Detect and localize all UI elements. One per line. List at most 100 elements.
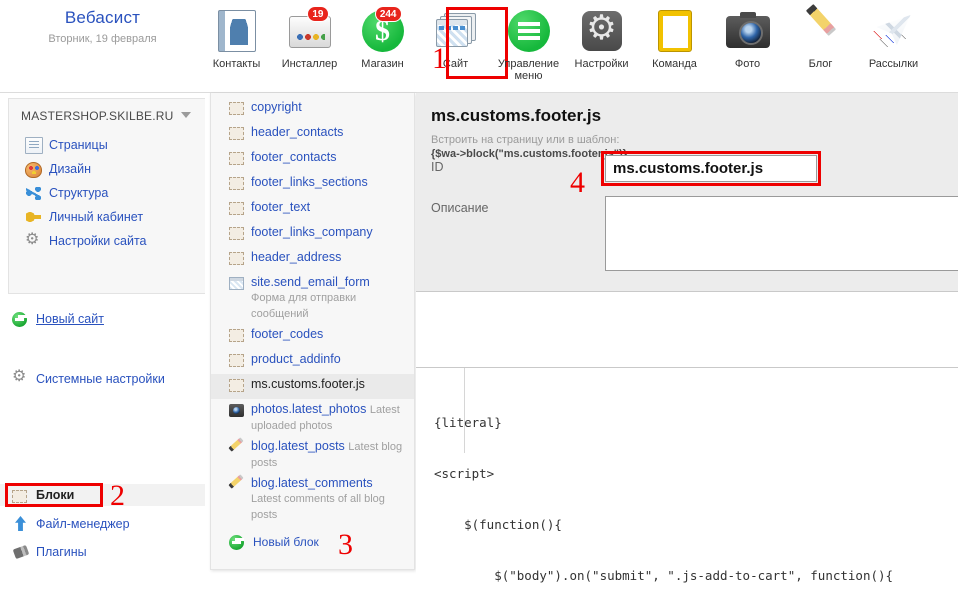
sitemap-icon [25,185,43,202]
site-links: Страницы Дизайн Структура Личный кабинет… [9,131,205,253]
sidebar-item-system-settings-label: Системные настройки [36,372,165,386]
block-list-item[interactable]: blog.latest_comments Latest comments of … [211,473,414,525]
id-label: ID [431,160,444,174]
block-list-item[interactable]: footer_links_sections [211,172,414,197]
pencil-block-icon [229,441,244,454]
app-settings-label: Настройки [574,58,629,70]
sidebar-item-plugins[interactable]: Плагины [12,541,87,563]
app-launcher: Контакты 19 Инсталлер $ 244 Магазин Сайт… [200,4,930,88]
marker-2: 2 [110,479,125,512]
block-list-item[interactable]: footer_contacts [211,147,414,172]
app-site-label: Сайт [442,58,469,70]
chevron-down-icon [181,112,191,118]
app-mailings-label: Рассылки [868,58,919,70]
sidebar-item-structure-label: Структура [49,186,109,200]
settings-gear-icon [579,6,625,54]
block-icon [229,152,244,165]
block-icon [229,202,244,215]
marker-3: 3 [338,528,353,561]
sidebar-item-site-settings[interactable]: Настройки сайта [9,229,205,253]
code-line: $("body").on("submit", ".js-add-to-cart"… [434,568,894,583]
sidebar-item-account-label: Личный кабинет [49,210,144,224]
id-input[interactable]: ms.customs.footer.js [605,155,817,182]
code-editor[interactable]: {literal} <script> $(function(){ $("body… [416,368,958,604]
block-list-item-selected[interactable]: ms.customs.footer.js [211,374,414,399]
block-list-item[interactable]: blog.latest_posts Latest blog posts [211,436,414,473]
brand-date: Вторник, 19 февраля [48,33,157,45]
block-name: header_contacts [251,125,344,139]
sidebar-item-structure[interactable]: Структура [9,181,205,205]
description-label: Описание [431,201,489,215]
page-title: ms.customs.footer.js [431,106,602,125]
key-icon [25,209,43,226]
block-list-item[interactable]: footer_links_company [211,222,414,247]
sidebar-item-pages[interactable]: Страницы [9,133,205,157]
app-team-label: Команда [652,58,697,70]
app-team[interactable]: Команда [638,4,711,84]
app-menu-management[interactable]: Управление меню [492,4,565,84]
sidebar-item-pages-label: Страницы [49,138,108,152]
block-name: blog.latest_posts Latest blog posts [251,439,403,469]
block-icon [229,329,244,342]
block-icon [229,127,244,140]
block-name: footer_codes [251,327,324,341]
sidebar-item-file-manager[interactable]: Файл-менеджер [12,513,130,535]
block-list-item[interactable]: product_addinfo [211,349,414,374]
pencil-icon [798,8,844,54]
block-list-item[interactable]: footer_codes [211,324,414,349]
block-name: product_addinfo [251,352,341,366]
app-mailings[interactable]: Рассылки [857,4,930,84]
block-name: footer_text [251,200,311,214]
sidebar-item-blocks-label: Блоки [36,488,75,502]
sidebar-item-blocks[interactable]: Блоки [12,484,74,506]
code-line: $(function(){ [434,517,562,532]
app-shop[interactable]: $ 244 Магазин [346,4,419,84]
app-contacts-label: Контакты [212,58,261,70]
app-photo[interactable]: Фото [711,4,784,84]
block-list-item[interactable]: header_address [211,247,414,272]
site-card: MASTERSHOP.SKILBE.RU Страницы Дизайн Стр… [8,98,205,294]
gear-icon [25,229,43,250]
block-list-item[interactable]: photos.latest_photos Latest uploaded pho… [211,399,414,436]
app-menu-label: Управление меню [497,58,560,82]
block-name: ms.customs.footer.js [251,377,365,391]
team-icon [652,8,698,54]
block-list-item[interactable]: header_contacts [211,122,414,147]
app-blog[interactable]: Блог [784,4,857,84]
app-installer-label: Инсталлер [281,58,338,70]
description-textarea[interactable] [605,196,958,271]
form-block-icon [229,277,244,290]
block-list-item[interactable]: site.send_email_form Форма для отправки … [211,272,414,324]
top-bar: Вебасист Вторник, 19 февраля Контакты 19… [0,0,958,92]
sidebar-item-new-site[interactable]: Новый сайт [12,308,104,330]
sidebar-item-account[interactable]: Личный кабинет [9,205,205,229]
sidebar-item-file-manager-label: Файл-менеджер [36,517,130,531]
code-line: {literal} [434,415,502,430]
upload-arrow-icon [12,515,30,533]
embed-code: {$wa->block("ms.customs.footer.js")} [431,148,627,160]
indent-guide [464,368,465,453]
blocks-list: copyright header_contacts footer_contact… [211,93,414,553]
new-block-label: Новый блок [253,535,319,549]
code-area-top [416,292,958,367]
app-installer[interactable]: 19 Инсталлер [273,4,346,84]
main-panel: ms.customs.footer.js Встроить на страниц… [416,93,958,604]
app-site[interactable]: Сайт [419,4,508,84]
app-settings[interactable]: Настройки [565,4,638,84]
app-photo-label: Фото [734,58,761,70]
block-name: footer_contacts [251,150,337,164]
code-content: {literal} <script> $(function(){ $("body… [416,380,958,604]
left-sidebar: MASTERSHOP.SKILBE.RU Страницы Дизайн Стр… [0,93,205,604]
sidebar-item-system-settings[interactable]: Системные настройки [12,366,165,390]
block-list-item[interactable]: copyright [211,97,414,122]
site-selector[interactable]: MASTERSHOP.SKILBE.RU [9,99,205,131]
pages-icon [25,136,43,154]
block-list-item[interactable]: footer_text [211,197,414,222]
embed-hint-text: Встроить на страницу или в шаблон: [431,134,620,146]
contacts-icon [214,8,260,54]
block-icon [229,227,244,240]
new-block-button[interactable]: Новый блок [211,531,414,553]
sidebar-item-design[interactable]: Дизайн [9,157,205,181]
block-name: footer_links_sections [251,175,368,189]
app-contacts[interactable]: Контакты [200,4,273,84]
